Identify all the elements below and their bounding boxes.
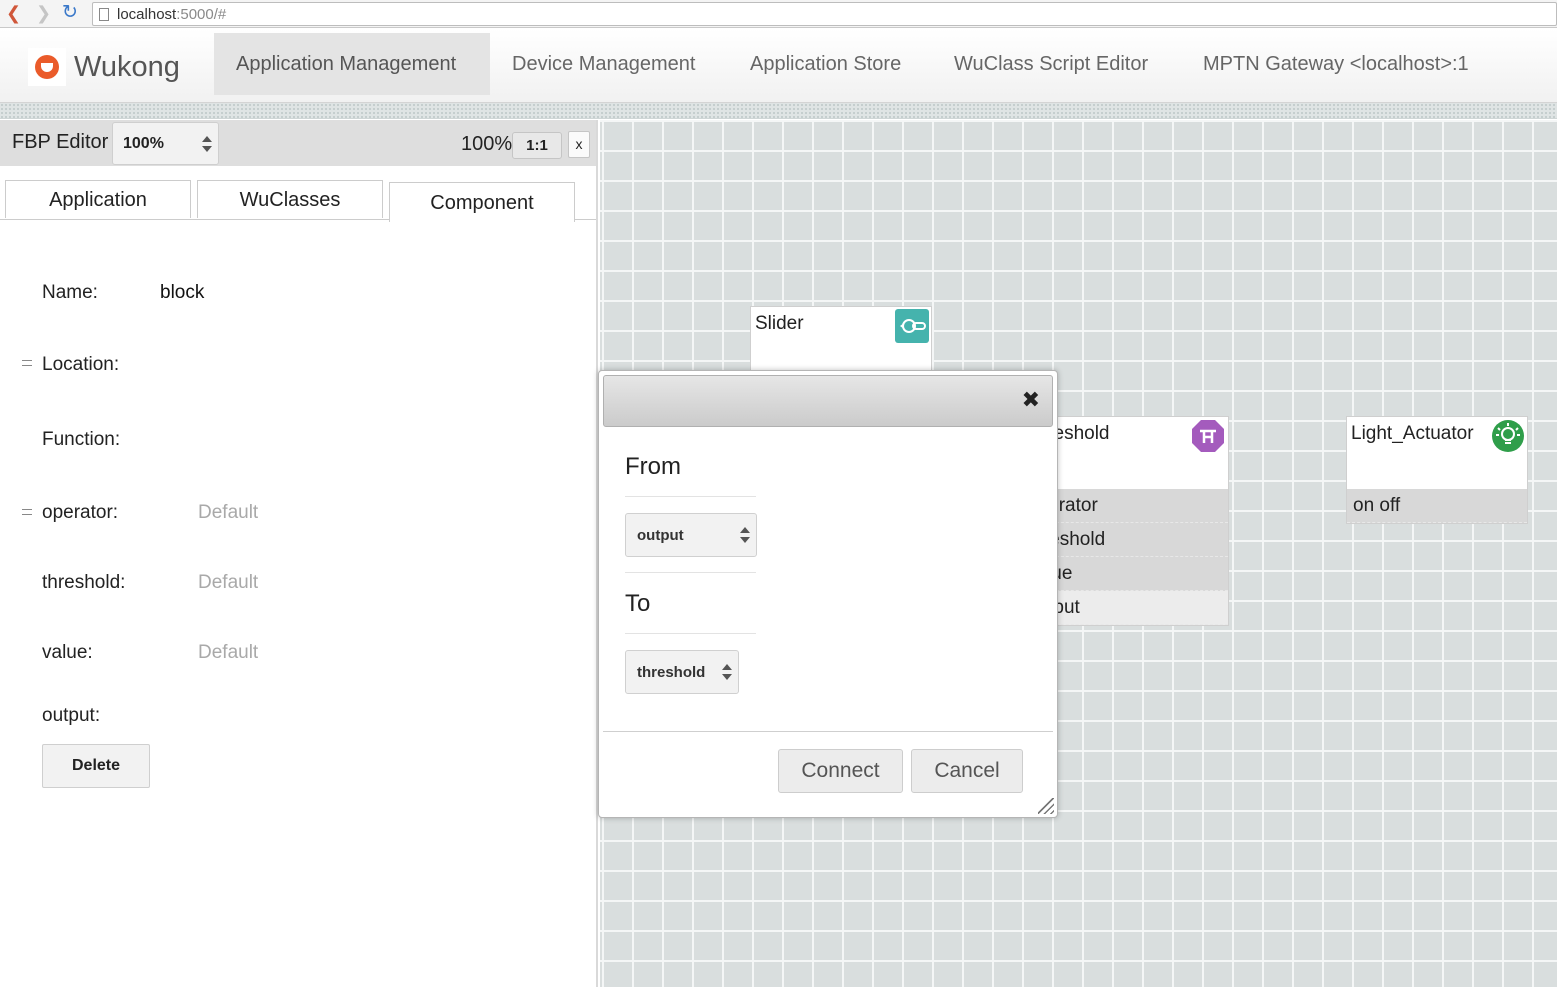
threshold-icon <box>1192 420 1224 452</box>
back-arrow-icon[interactable]: ❮ <box>6 3 21 23</box>
divider <box>625 633 756 634</box>
collapse-operator-icon[interactable] <box>22 509 32 515</box>
to-port-select[interactable]: threshold <box>625 650 739 694</box>
name-value[interactable]: block <box>160 282 204 304</box>
editor-header: FBP Editor 100% 100% 1:1 x <box>0 120 596 166</box>
nav-application-store[interactable]: Application Store <box>728 33 923 95</box>
zoom-readout: 100% <box>461 133 513 155</box>
browser-toolbar: ❮ ❯ ↻ localhost:5000/# <box>0 0 1557 28</box>
properties-panel: FBP Editor 100% 100% 1:1 x Application W… <box>0 120 598 987</box>
from-port-value: output <box>637 527 684 544</box>
light-actuator-node[interactable]: Light_Actuator on off <box>1346 416 1528 524</box>
value-label: value: <box>42 642 93 663</box>
operator-value[interactable]: Default <box>198 502 258 524</box>
close-editor-button[interactable]: x <box>568 131 590 158</box>
reload-icon[interactable]: ↻ <box>62 3 78 23</box>
nav-mptn-gateway[interactable]: MPTN Gateway <localhost>:1 <box>1181 33 1491 95</box>
delete-button[interactable]: Delete <box>42 744 150 788</box>
fox-logo-icon <box>28 48 66 86</box>
light-actuator-node-title: Light_Actuator <box>1351 423 1474 444</box>
panel-tabs: Application WuClasses Component <box>0 180 596 222</box>
to-heading: To <box>625 590 651 617</box>
zoom-select-value: 100% <box>123 135 164 152</box>
output-label: output: <box>42 705 101 726</box>
collapse-location-icon[interactable] <box>22 360 32 366</box>
value-value[interactable]: Default <box>198 642 258 664</box>
brand[interactable]: Wukong <box>28 48 180 86</box>
divider <box>625 572 756 573</box>
close-icon[interactable]: ✖ <box>1022 388 1040 412</box>
editor-title: FBP Editor <box>12 131 109 153</box>
select-arrows-icon <box>740 527 750 543</box>
zoom-select[interactable]: 100% <box>112 122 219 165</box>
dialog-footer-divider <box>603 731 1053 732</box>
operator-label: operator: <box>42 502 119 523</box>
dialog-titlebar[interactable]: ✖ <box>603 375 1053 427</box>
to-port-value: threshold <box>637 664 706 681</box>
reset-zoom-button[interactable]: 1:1 <box>512 132 562 159</box>
connect-button[interactable]: Connect <box>778 749 903 793</box>
top-navbar: Wukong Application Management Device Man… <box>0 29 1557 103</box>
select-arrows-icon <box>722 664 732 680</box>
select-arrows-icon <box>202 136 212 152</box>
divider <box>625 496 756 497</box>
threshold-label: threshold: <box>42 572 126 593</box>
threshold-value[interactable]: Default <box>198 572 258 594</box>
address-bar[interactable]: localhost:5000/# <box>92 2 1557 26</box>
forward-arrow-icon[interactable]: ❯ <box>36 3 51 23</box>
slider-icon <box>895 309 929 343</box>
location-label: Location: <box>42 354 120 375</box>
page-icon <box>99 8 109 21</box>
name-label: Name: <box>42 282 98 303</box>
cancel-button[interactable]: Cancel <box>911 749 1023 793</box>
from-heading: From <box>625 453 681 480</box>
from-port-select[interactable]: output <box>625 513 757 557</box>
url-text: localhost:5000/# <box>117 6 227 23</box>
nav-wuclass-script-editor[interactable]: WuClass Script Editor <box>932 33 1170 95</box>
function-label: Function: <box>42 429 121 450</box>
nav-application-management[interactable]: Application Management <box>214 33 490 95</box>
tab-wuclasses[interactable]: WuClasses <box>197 180 383 218</box>
resize-grip-icon[interactable] <box>1038 798 1054 814</box>
nav-device-management[interactable]: Device Management <box>490 33 717 95</box>
slider-node-title: Slider <box>755 313 804 334</box>
brand-title: Wukong <box>74 50 180 83</box>
slider-node[interactable]: Slider <box>750 306 932 376</box>
tab-application[interactable]: Application <box>5 180 191 218</box>
lightbulb-icon <box>1492 420 1524 452</box>
tab-component[interactable]: Component <box>389 182 575 222</box>
port-on-off[interactable]: on off <box>1347 489 1527 523</box>
navbar-divider <box>0 103 1557 119</box>
connect-dialog: ✖ From output To threshold Connect Cance… <box>598 370 1058 818</box>
